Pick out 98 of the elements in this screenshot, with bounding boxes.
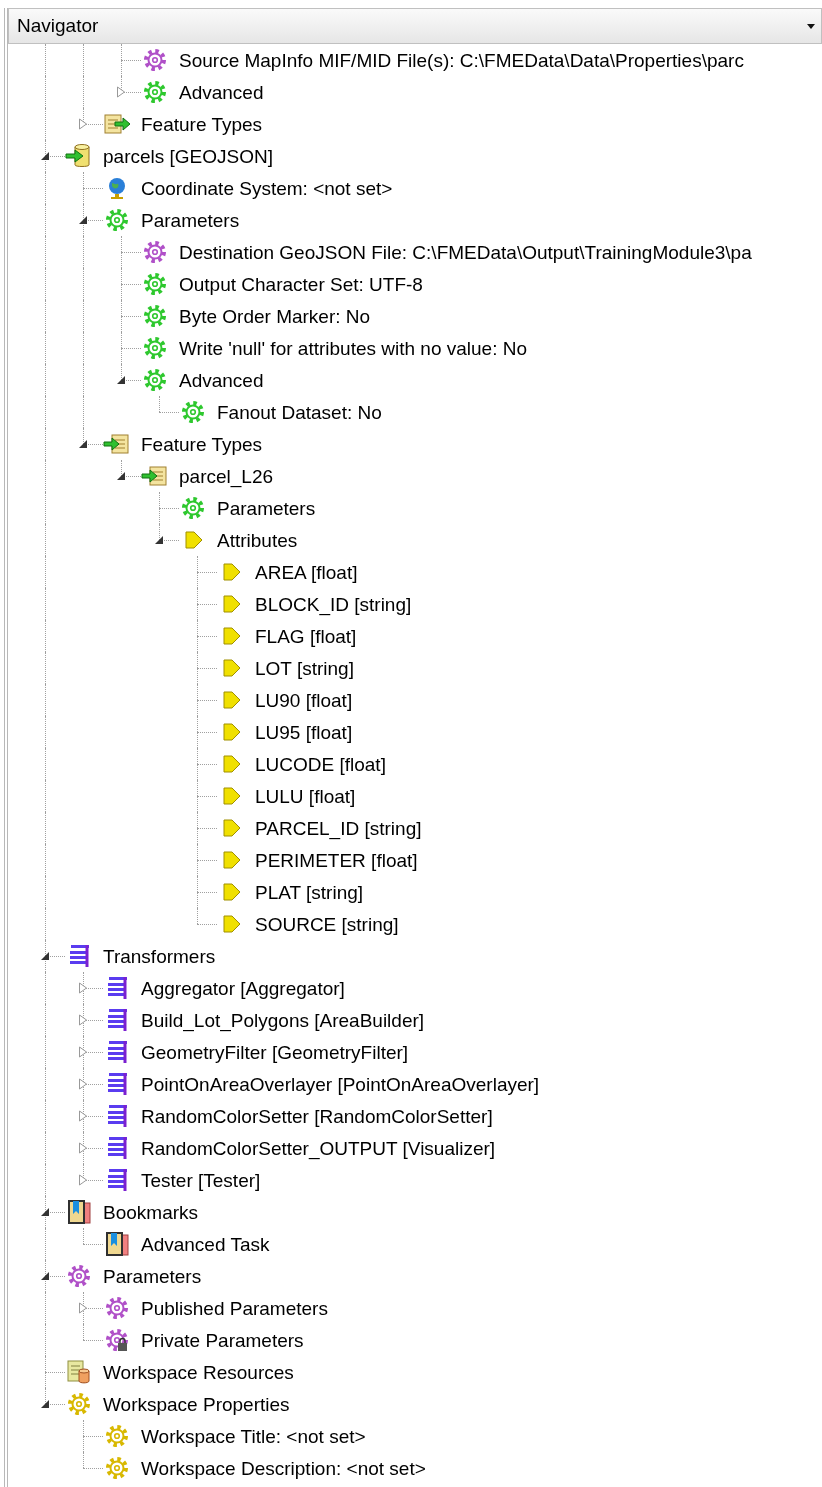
tree-item[interactable]: Workspace Resources — [65, 1359, 294, 1385]
tree-item[interactable]: Coordinate System: <not set> — [103, 176, 393, 200]
gear-icon — [143, 48, 167, 72]
stacked-bars-icon — [105, 975, 129, 1001]
table-cylinder-icon — [66, 1359, 92, 1385]
gear-icon — [105, 208, 129, 232]
gear-icon — [143, 80, 167, 104]
expand-toggle-icon[interactable] — [78, 1142, 88, 1154]
table-arrow-icon — [141, 464, 169, 488]
dropdown-caret-icon[interactable] — [805, 22, 817, 30]
tree-item[interactable]: LOT [string] — [217, 656, 354, 680]
collapse-toggle-icon[interactable] — [40, 151, 50, 161]
gear-icon — [105, 1424, 129, 1448]
tree-item[interactable]: AREA [float] — [217, 560, 358, 584]
book-icon — [104, 1231, 130, 1257]
tree-item[interactable]: PointOnAreaOverlayer [PointOnAreaOverlayer] — [103, 1071, 540, 1097]
tree-item[interactable]: Bookmarks — [65, 1199, 199, 1225]
expand-toggle-icon[interactable] — [78, 1014, 88, 1026]
stacked-bars-icon — [105, 1039, 129, 1065]
collapse-toggle-icon[interactable] — [116, 471, 126, 481]
gear-icon — [181, 496, 205, 520]
tree-item[interactable]: Feature Types — [103, 112, 263, 136]
tree-item[interactable]: Workspace Title: <not set> — [103, 1424, 366, 1448]
stacked-bars-icon — [105, 1135, 129, 1161]
tree-item[interactable]: Build_Lot_Polygons [AreaBuilder] — [103, 1007, 425, 1033]
gear-icon — [143, 304, 167, 328]
gear-icon — [67, 1264, 91, 1288]
table-arrow-icon — [103, 112, 131, 136]
tree-item[interactable]: Parameters — [103, 208, 240, 232]
expand-toggle-icon[interactable] — [116, 86, 126, 98]
gear-icon — [105, 1296, 129, 1320]
tree-item[interactable]: FLAG [float] — [217, 624, 357, 648]
tree-item[interactable]: Advanced — [141, 368, 264, 392]
tree-item[interactable]: Parameters — [179, 496, 316, 520]
table-arrow-icon — [103, 432, 131, 456]
tree-item[interactable]: Workspace Description: <not set> — [103, 1456, 426, 1480]
expand-toggle-icon[interactable] — [78, 1302, 88, 1314]
tree-item[interactable]: Source MapInfo MIF/MID File(s): C:\FMEData\Data\Properties\parc — [141, 48, 744, 72]
tree-item[interactable]: LU90 [float] — [217, 688, 353, 712]
expand-toggle-icon[interactable] — [78, 1110, 88, 1122]
expand-toggle-icon[interactable] — [78, 1078, 88, 1090]
expand-toggle-icon[interactable] — [78, 1174, 88, 1186]
tree-item[interactable]: PLAT [string] — [217, 880, 364, 904]
gear-icon — [143, 240, 167, 264]
collapse-toggle-icon[interactable] — [116, 375, 126, 385]
tree-item[interactable]: Destination GeoJSON File: C:\FMEData\Output\TrainingModule3\pa — [141, 240, 752, 264]
collapse-toggle-icon[interactable] — [40, 1399, 50, 1409]
tree-item[interactable]: parcels [GEOJSON] — [65, 143, 273, 169]
collapse-toggle-icon[interactable] — [40, 951, 50, 961]
tree-item[interactable]: LULU [float] — [217, 784, 356, 808]
expand-toggle-icon[interactable] — [78, 118, 88, 130]
collapse-toggle-icon[interactable] — [154, 535, 164, 545]
tree-item[interactable]: GeometryFilter [GeometryFilter] — [103, 1039, 409, 1065]
tree-item[interactable]: PARCEL_ID [string] — [217, 816, 422, 840]
tree-item[interactable]: Byte Order Marker: No — [141, 304, 371, 328]
tree-item[interactable]: Attributes — [179, 528, 298, 552]
tree-item[interactable]: Advanced Task — [103, 1231, 270, 1257]
database-arrow-icon — [65, 143, 93, 169]
tree-item[interactable]: Feature Types — [103, 432, 263, 456]
gear-icon — [143, 368, 167, 392]
tree-item[interactable]: parcel_L26 — [141, 464, 274, 488]
tree-item[interactable]: Parameters — [65, 1264, 202, 1288]
tree-item[interactable]: Transformers — [65, 943, 216, 969]
stacked-bars-icon — [105, 1167, 129, 1193]
stacked-bars-icon — [67, 943, 91, 969]
panel-title: Navigator — [17, 13, 99, 38]
gear-icon — [143, 272, 167, 296]
locked-gear-icon — [105, 1328, 129, 1352]
tree-item[interactable]: Advanced — [141, 80, 264, 104]
collapse-toggle-icon[interactable] — [40, 1207, 50, 1217]
stacked-bars-icon — [105, 1071, 129, 1097]
gear-icon — [105, 1456, 129, 1480]
tree-item[interactable]: Write 'null' for attributes with no value: No — [141, 336, 527, 360]
tree-item[interactable]: LU95 [float] — [217, 720, 353, 744]
collapse-toggle-icon[interactable] — [40, 1271, 50, 1281]
stacked-bars-icon — [105, 1007, 129, 1033]
tree-item[interactable]: Aggregator [Aggregator] — [103, 975, 345, 1001]
tree-item[interactable]: Published Parameters — [103, 1296, 328, 1320]
tree-item[interactable]: Tester [Tester] — [103, 1167, 261, 1193]
tree-item[interactable]: LUCODE [float] — [217, 752, 386, 776]
gear-icon — [143, 336, 167, 360]
tree-item[interactable]: PERIMETER [float] — [217, 848, 418, 872]
tree-item[interactable]: Private Parameters — [103, 1328, 304, 1352]
collapse-toggle-icon[interactable] — [78, 215, 88, 225]
gear-icon — [181, 400, 205, 424]
tree-item[interactable]: Output Character Set: UTF-8 — [141, 272, 423, 296]
tree-item[interactable]: Workspace Properties — [65, 1392, 290, 1416]
tree-item[interactable]: SOURCE [string] — [217, 912, 399, 936]
tree-item[interactable]: Fanout Dataset: No — [179, 400, 382, 424]
tree-item[interactable]: RandomColorSetter_OUTPUT [Visualizer] — [103, 1135, 496, 1161]
gear-icon — [67, 1392, 91, 1416]
stacked-bars-icon — [105, 1103, 129, 1129]
book-icon — [66, 1199, 92, 1225]
collapse-toggle-icon[interactable] — [78, 439, 88, 449]
tree-item[interactable]: BLOCK_ID [string] — [217, 592, 412, 616]
expand-toggle-icon[interactable] — [78, 1046, 88, 1058]
tree-item[interactable]: RandomColorSetter [RandomColorSetter] — [103, 1103, 493, 1129]
expand-toggle-icon[interactable] — [78, 982, 88, 994]
